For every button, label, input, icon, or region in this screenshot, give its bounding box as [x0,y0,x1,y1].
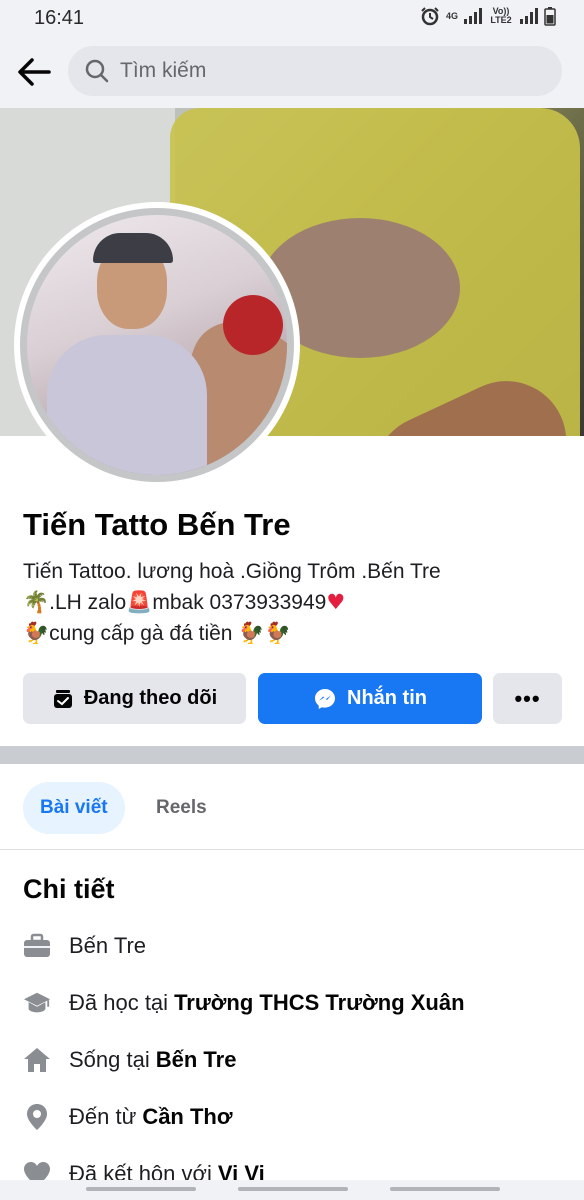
messenger-icon [315,688,335,709]
bio-zalo-label: .LH zalo [49,591,127,614]
nav-handle[interactable] [238,1187,348,1191]
search-placeholder: Tìm kiếm [120,59,207,82]
bio-text: cung cấp gà đá tiền [49,622,239,645]
rooster-emoji: 🐓 [23,621,50,645]
following-button[interactable]: Đang theo dõi [23,673,246,724]
tab-reels[interactable]: Reels [139,782,224,834]
alarm-icon [421,7,439,26]
bio-line-1: Tiến Tattoo. lương hoà .Giồng Trôm .Bến … [23,560,441,583]
detail-city-link[interactable]: Bến Tre [156,1047,237,1073]
bio-phone: mbak 0373933949 [152,591,327,614]
status-time: 16:41 [34,7,85,29]
signal-icon [520,8,538,24]
signal-icon [464,8,482,24]
more-icon: ••• [514,685,541,711]
profile-bio: Tiến Tattoo. lương hoà .Giồng Trôm .Bến … [23,556,563,649]
profile-avatar[interactable] [14,202,300,488]
top-header: Tìm kiếm [0,36,584,108]
nav-handle[interactable] [86,1187,196,1191]
battery-icon [544,7,556,26]
bottom-nav-bar [0,1180,584,1200]
rooster-emoji: 🐓🐓 [238,621,291,645]
detail-school-link[interactable]: Trường THCS Trường Xuân [174,990,464,1016]
detail-item-education[interactable]: Đã học tại Trường THCS Trường Xuân [23,983,465,1023]
following-icon [53,689,72,708]
location-pin-icon [23,1103,51,1131]
status-icons: 4G Vo)) LTE2 [420,6,556,26]
tab-posts[interactable]: Bài viết [23,782,125,834]
search-bar[interactable]: Tìm kiếm [68,46,562,96]
message-label: Nhắn tin [347,687,427,709]
siren-emoji: 🚨 [126,590,153,614]
detail-item-from[interactable]: Đến từ Cần Thơ [23,1097,233,1137]
briefcase-icon [23,932,51,960]
arrow-left-icon [18,58,51,86]
back-button[interactable] [12,50,56,94]
following-label: Đang theo dõi [83,687,218,709]
details-title: Chi tiết [23,874,115,904]
search-icon [85,59,109,83]
detail-hometown-link[interactable]: Cần Thơ [142,1104,232,1130]
palm-tree-emoji: 🌴 [23,590,50,614]
home-icon [23,1046,51,1074]
network-type-1: 4G [445,10,458,21]
detail-item-workplace[interactable]: Bến Tre [23,926,146,966]
nav-handle[interactable] [390,1187,500,1191]
detail-text: Bến Tre [69,933,147,958]
detail-item-lives-in[interactable]: Sống tại Bến Tre [23,1040,236,1080]
detail-text: Sống tại [69,1047,150,1072]
heart-emoji: ♥ [326,590,346,614]
profile-tabs: Bài viết Reels [0,764,584,850]
detail-text: Đã học tại [69,990,169,1015]
profile-name: Tiến Tatto Bến Tre [23,507,291,542]
detail-text: Đến từ [69,1104,137,1129]
bio-line-3: 🐓cung cấp gà đá tiền 🐓🐓 [23,618,563,649]
graduation-cap-icon [23,989,51,1017]
message-button[interactable]: Nhắn tin [258,673,482,724]
status-bar: 16:41 4G Vo)) LTE2 [0,0,584,36]
section-divider [0,746,584,764]
bio-line-2: 🌴.LH zalo🚨mbak 0373933949♥ [23,587,563,618]
network-type-2: Vo)) LTE2 [490,6,512,25]
more-options-button[interactable]: ••• [493,673,562,724]
profile-photo [27,215,287,475]
